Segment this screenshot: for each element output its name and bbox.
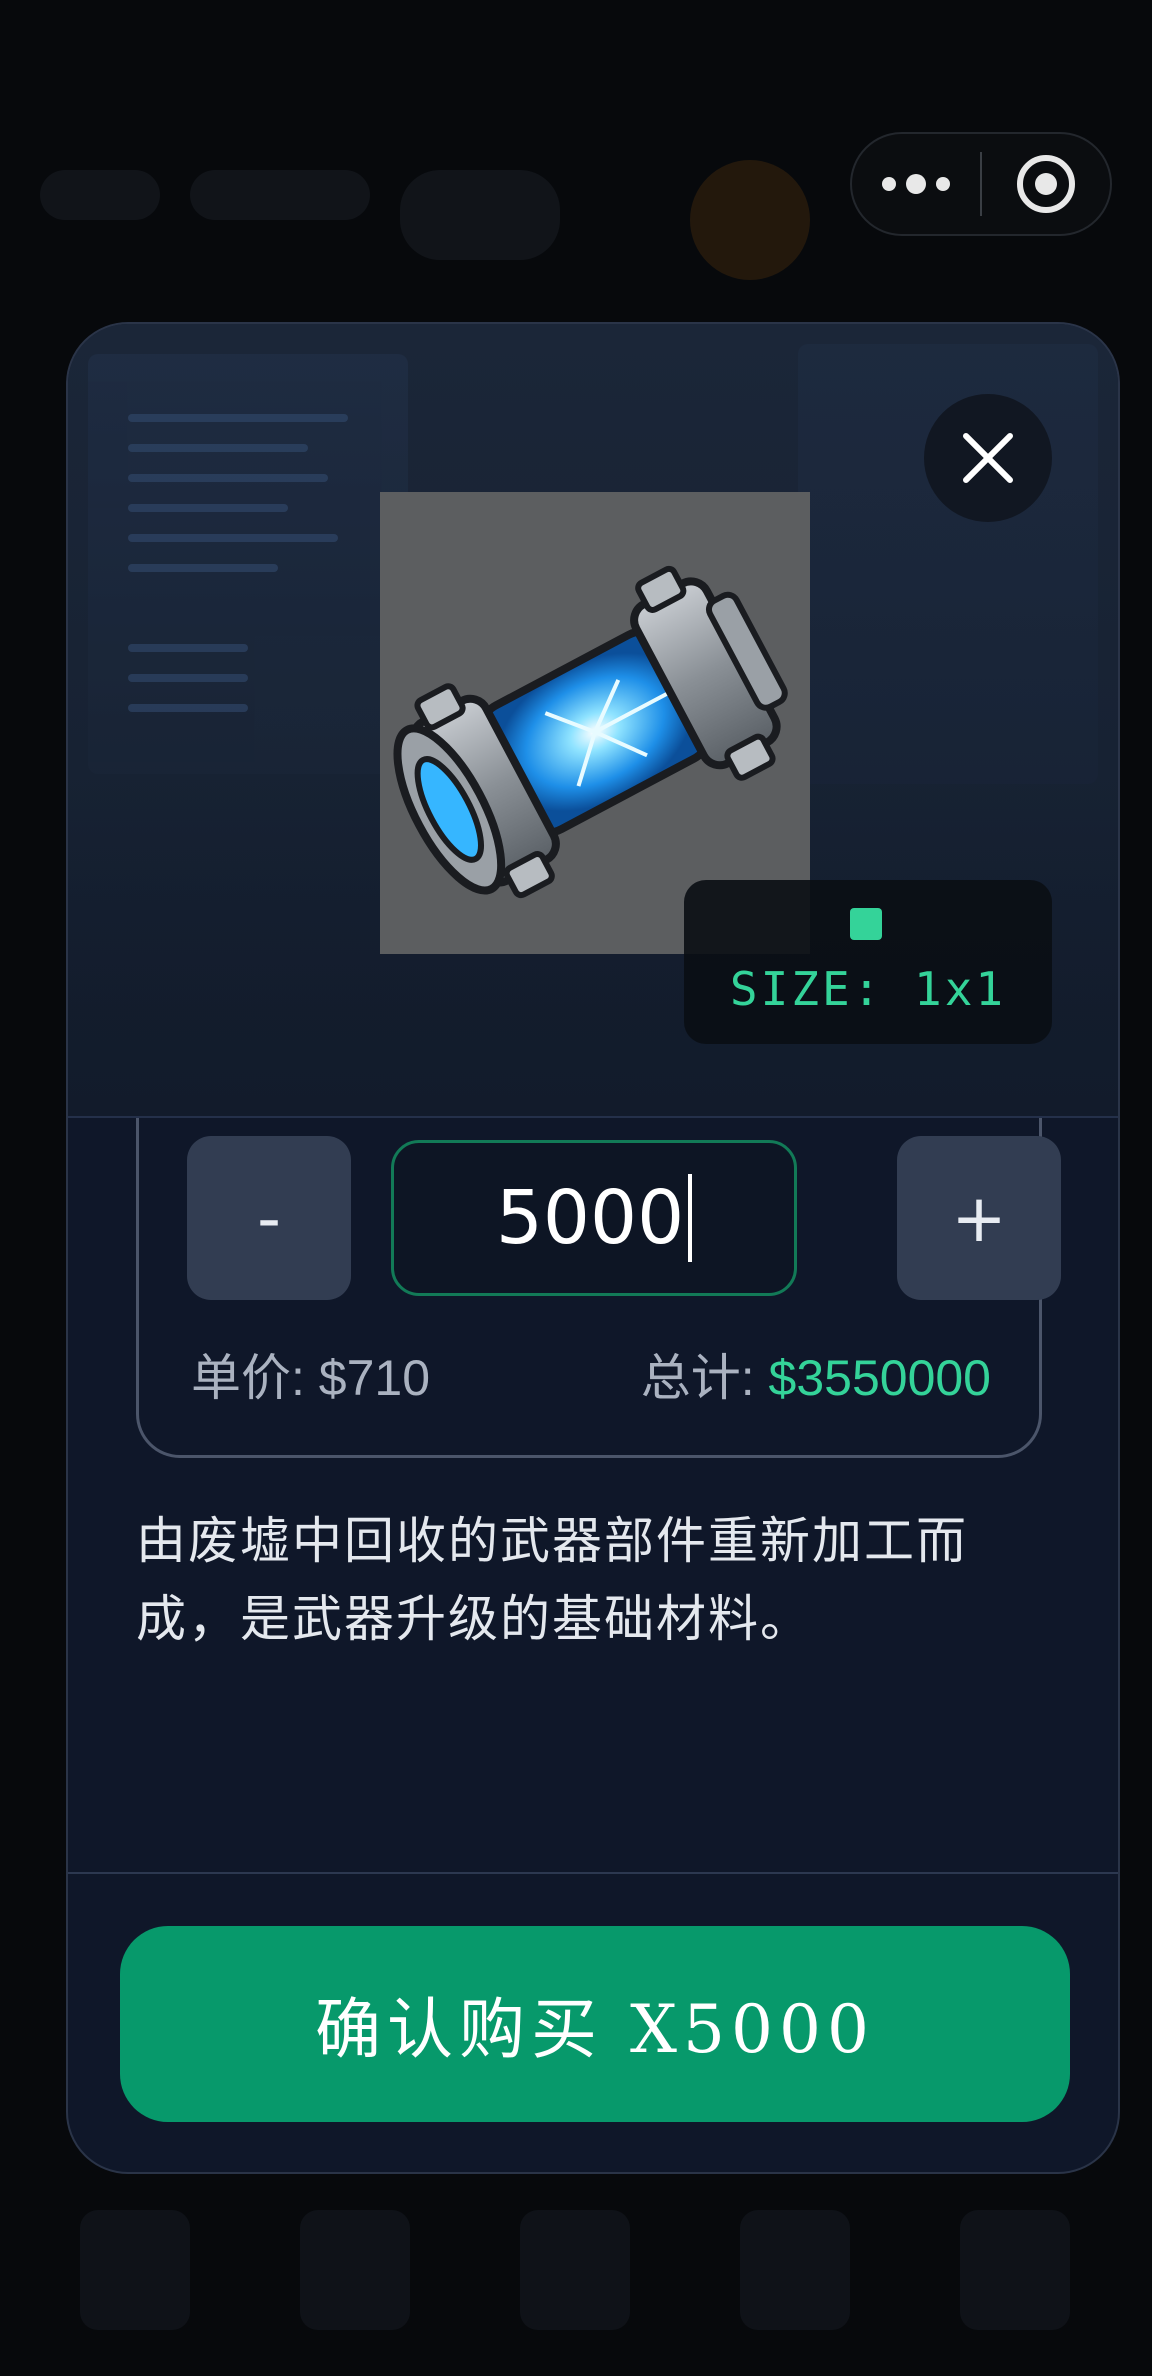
total-price: 总计: $3550000 [641, 1338, 991, 1410]
text-caret [688, 1174, 693, 1262]
background-monitor-left [88, 354, 408, 774]
purchase-modal: SIZE: 1x1 - 5000 + 单价: $710 总计: $3550000… [66, 322, 1120, 2174]
unit-price-label: 单价: [191, 1350, 319, 1406]
confirm-purchase-button[interactable]: 确认购买 X5000 [120, 1926, 1070, 2122]
close-icon [963, 433, 1013, 483]
background-coin-icon [690, 160, 810, 280]
size-badge: SIZE: 1x1 [684, 880, 1052, 1044]
quantity-input[interactable]: 5000 [391, 1140, 797, 1296]
quantity-value: 5000 [495, 1175, 685, 1261]
unit-price-value: $710 [318, 1350, 431, 1406]
background-tabbar [0, 2180, 1152, 2376]
size-label: SIZE: 1x1 [729, 962, 1007, 1016]
total-price-value: $3550000 [768, 1350, 991, 1406]
close-button[interactable] [924, 394, 1052, 522]
unit-price: 单价: $710 [191, 1338, 430, 1410]
decrement-button[interactable]: - [187, 1136, 351, 1300]
miniprogram-capsule [850, 132, 1112, 236]
more-menu-icon[interactable] [852, 134, 980, 234]
background-pill [400, 170, 560, 260]
increment-button[interactable]: + [897, 1136, 1061, 1300]
quantity-panel: - 5000 + 单价: $710 总计: $3550000 [136, 1118, 1061, 1458]
total-price-label: 总计: [640, 1350, 769, 1406]
exit-miniprogram-icon[interactable] [982, 155, 1110, 213]
size-grid-icon [850, 908, 882, 940]
background-header [40, 160, 380, 230]
item-hero: SIZE: 1x1 [68, 324, 1118, 1118]
item-description: 由废墟中回收的武器部件重新加工而成，是武器升级的基础材料。 [136, 1512, 968, 1648]
footer-divider [68, 1872, 1118, 1874]
